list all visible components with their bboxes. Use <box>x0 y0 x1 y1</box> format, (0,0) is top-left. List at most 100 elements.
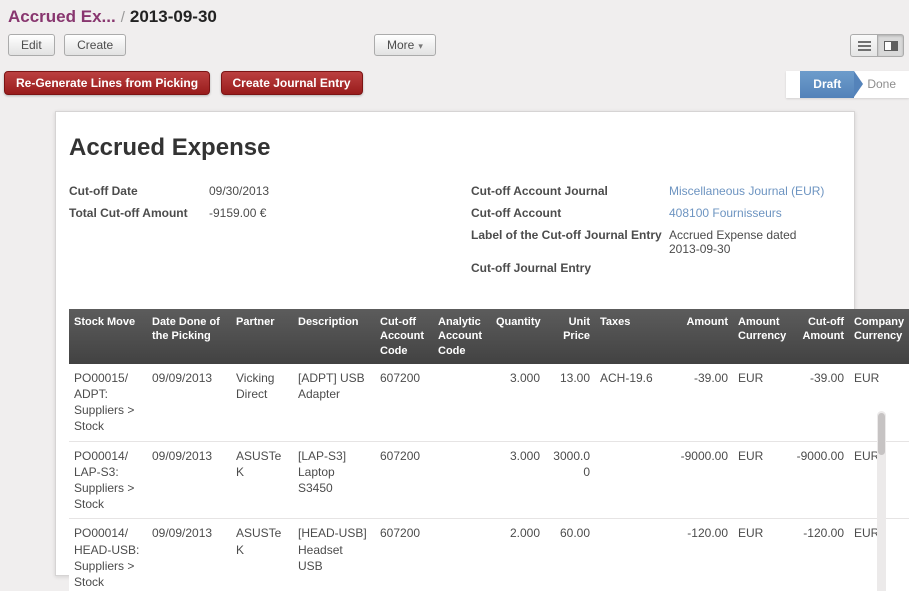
table-cell: -120.00 <box>789 519 849 591</box>
breadcrumb-current: 2013-09-30 <box>130 7 217 26</box>
scrollbar-thumb[interactable] <box>878 413 885 455</box>
right-field-group: Cut-off Account Journal Miscellaneous Jo… <box>471 184 851 283</box>
table-cell: 09/09/2013 <box>147 519 231 591</box>
column-header[interactable]: Company Currency <box>849 309 909 364</box>
column-header[interactable]: Taxes <box>595 309 665 364</box>
create-button[interactable]: Create <box>64 34 126 56</box>
column-header[interactable]: Amount Currency <box>733 309 789 364</box>
field-label: Cut-off Date <box>69 184 209 201</box>
journal-entry-label-value: Accrued Expense dated 2013-09-30 <box>669 228 809 256</box>
column-header[interactable]: Unit Price <box>545 309 595 364</box>
table-cell: PO00014/​LAP-S3: Suppliers > Stock <box>69 441 147 519</box>
table-cell: EUR <box>733 441 789 519</box>
table-cell: [LAP-S3] Laptop S3450 <box>293 441 375 519</box>
table-cell: 3000.00 <box>545 441 595 519</box>
table-cell <box>433 364 491 441</box>
column-header[interactable]: Cut-off Amount <box>789 309 849 364</box>
column-header[interactable]: Stock Move <box>69 309 147 364</box>
table-cell: PO00015/​ADPT: Suppliers > Stock <box>69 364 147 441</box>
table-cell: 2.000 <box>491 519 545 591</box>
regenerate-lines-button[interactable]: Re-Generate Lines from Picking <box>4 71 210 95</box>
caret-down-icon: ▾ <box>418 41 423 51</box>
table-cell: -9000.00 <box>665 441 733 519</box>
sheet: Accrued Expense Cut-off Date 09/30/2013 … <box>55 111 855 576</box>
column-header[interactable]: Amount <box>665 309 733 364</box>
more-button[interactable]: More ▾ <box>374 34 436 56</box>
table-cell: 3.000 <box>491 441 545 519</box>
table-cell: 13.00 <box>545 364 595 441</box>
toolbar: Edit Create More ▾ <box>0 32 909 62</box>
table-cell: 607200 <box>375 519 433 591</box>
breadcrumb-parent[interactable]: Accrued Ex... <box>8 7 116 26</box>
field-row: Cut-off Journal Entry <box>471 261 851 278</box>
table-cell: ASUSTeK <box>231 441 293 519</box>
statusbar: Re-Generate Lines from Picking Create Jo… <box>0 71 909 98</box>
table-cell: -39.00 <box>665 364 733 441</box>
table-cell <box>433 441 491 519</box>
field-row: Total Cut-off Amount -9159.00 € <box>69 206 471 223</box>
status-draft[interactable]: Draft <box>800 71 854 98</box>
table-row[interactable]: PO00015/​ADPT: Suppliers > Stock09/09/20… <box>69 364 909 441</box>
column-header[interactable]: Description <box>293 309 375 364</box>
table-cell <box>595 441 665 519</box>
table-cell: 60.00 <box>545 519 595 591</box>
table-cell: 607200 <box>375 364 433 441</box>
cutoff-lines-table: Stock MoveDate Done of the PickingPartne… <box>69 309 909 591</box>
table-row[interactable]: PO00014/​LAP-S3: Suppliers > Stock09/09/… <box>69 441 909 519</box>
field-label: Total Cut-off Amount <box>69 206 209 223</box>
cutoff-account-value[interactable]: 408100 Fournisseurs <box>669 206 782 223</box>
table-cell: 09/09/2013 <box>147 441 231 519</box>
field-row: Cut-off Date 09/30/2013 <box>69 184 471 201</box>
table-header-row: Stock MoveDate Done of the PickingPartne… <box>69 309 909 364</box>
field-label: Cut-off Journal Entry <box>471 261 669 278</box>
breadcrumb-separator: / <box>121 9 125 26</box>
cutoff-account-journal-value[interactable]: Miscellaneous Journal (EUR) <box>669 184 824 201</box>
column-header[interactable]: Analytic Account Code <box>433 309 491 364</box>
column-header[interactable]: Partner <box>231 309 293 364</box>
left-field-group: Cut-off Date 09/30/2013 Total Cut-off Am… <box>69 184 471 283</box>
total-cutoff-amount-value: -9159.00 € <box>209 206 266 223</box>
field-label: Cut-off Account <box>471 206 669 223</box>
field-groups: Cut-off Date 09/30/2013 Total Cut-off Am… <box>69 184 854 283</box>
form-view-icon <box>884 41 898 51</box>
statusbar-states: Draft Done <box>786 71 909 98</box>
sheet-area: Accrued Expense Cut-off Date 09/30/2013 … <box>0 111 909 576</box>
list-view-button[interactable] <box>850 34 877 57</box>
table-cell: 3.000 <box>491 364 545 441</box>
vertical-scrollbar[interactable] <box>877 411 886 591</box>
table-cell: 607200 <box>375 441 433 519</box>
field-row: Cut-off Account 408100 Fournisseurs <box>471 206 851 223</box>
page-title: Accrued Expense <box>69 134 854 162</box>
page: Accrued Ex... / 2013-09-30 Edit Create Mor… <box>0 0 909 591</box>
column-header[interactable]: Quantity <box>491 309 545 364</box>
column-header[interactable]: Cut-off Account Code <box>375 309 433 364</box>
column-header[interactable]: Date Done of the Picking <box>147 309 231 364</box>
table-cell: PO00014/​HEAD-USB: Suppliers > Stock <box>69 519 147 591</box>
create-journal-entry-button[interactable]: Create Journal Entry <box>221 71 363 95</box>
field-label: Label of the Cut-off Journal Entry <box>471 228 669 256</box>
table-cell: [HEAD-USB] Headset USB <box>293 519 375 591</box>
edit-button[interactable]: Edit <box>8 34 55 56</box>
table-cell: EUR <box>733 364 789 441</box>
table-cell: -120.00 <box>665 519 733 591</box>
cutoff-date-value: 09/30/2013 <box>209 184 269 201</box>
table-cell: EUR <box>733 519 789 591</box>
form-view-button[interactable] <box>877 34 904 57</box>
table-cell: -39.00 <box>789 364 849 441</box>
table-row[interactable]: PO00014/​HEAD-USB: Suppliers > Stock09/0… <box>69 519 909 591</box>
table-body: PO00015/​ADPT: Suppliers > Stock09/09/20… <box>69 364 909 591</box>
field-label: Cut-off Account Journal <box>471 184 669 201</box>
table-cell <box>595 519 665 591</box>
table-cell: -9000.00 <box>789 441 849 519</box>
table-cell: [ADPT] USB Adapter <box>293 364 375 441</box>
table-cell: ACH-19.6 <box>595 364 665 441</box>
table-cell: 09/09/2013 <box>147 364 231 441</box>
view-switcher <box>850 34 904 57</box>
table-cell: Vicking Direct <box>231 364 293 441</box>
more-button-label: More <box>387 38 414 52</box>
list-view-icon <box>858 41 871 51</box>
field-row: Cut-off Account Journal Miscellaneous Jo… <box>471 184 851 201</box>
table-cell: ASUSTeK <box>231 519 293 591</box>
breadcrumb: Accrued Ex... / 2013-09-30 <box>0 0 909 32</box>
field-row: Label of the Cut-off Journal Entry Accru… <box>471 228 851 256</box>
